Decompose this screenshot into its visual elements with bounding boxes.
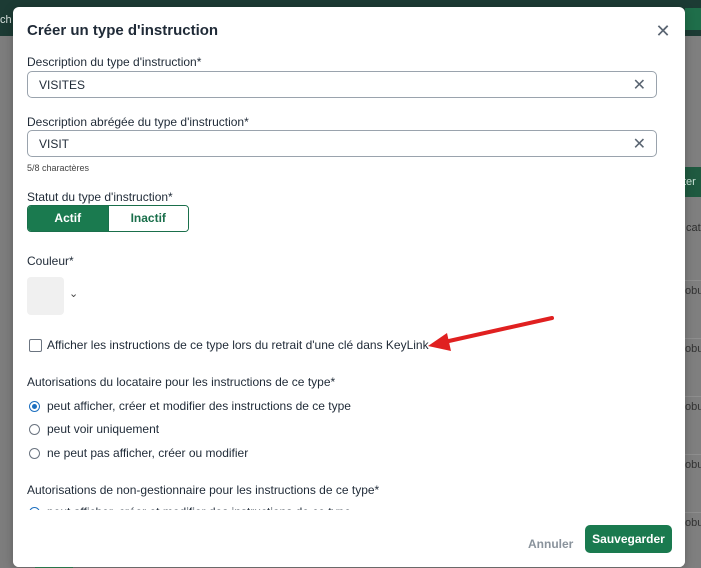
annotation-arrow-icon: [428, 316, 554, 351]
